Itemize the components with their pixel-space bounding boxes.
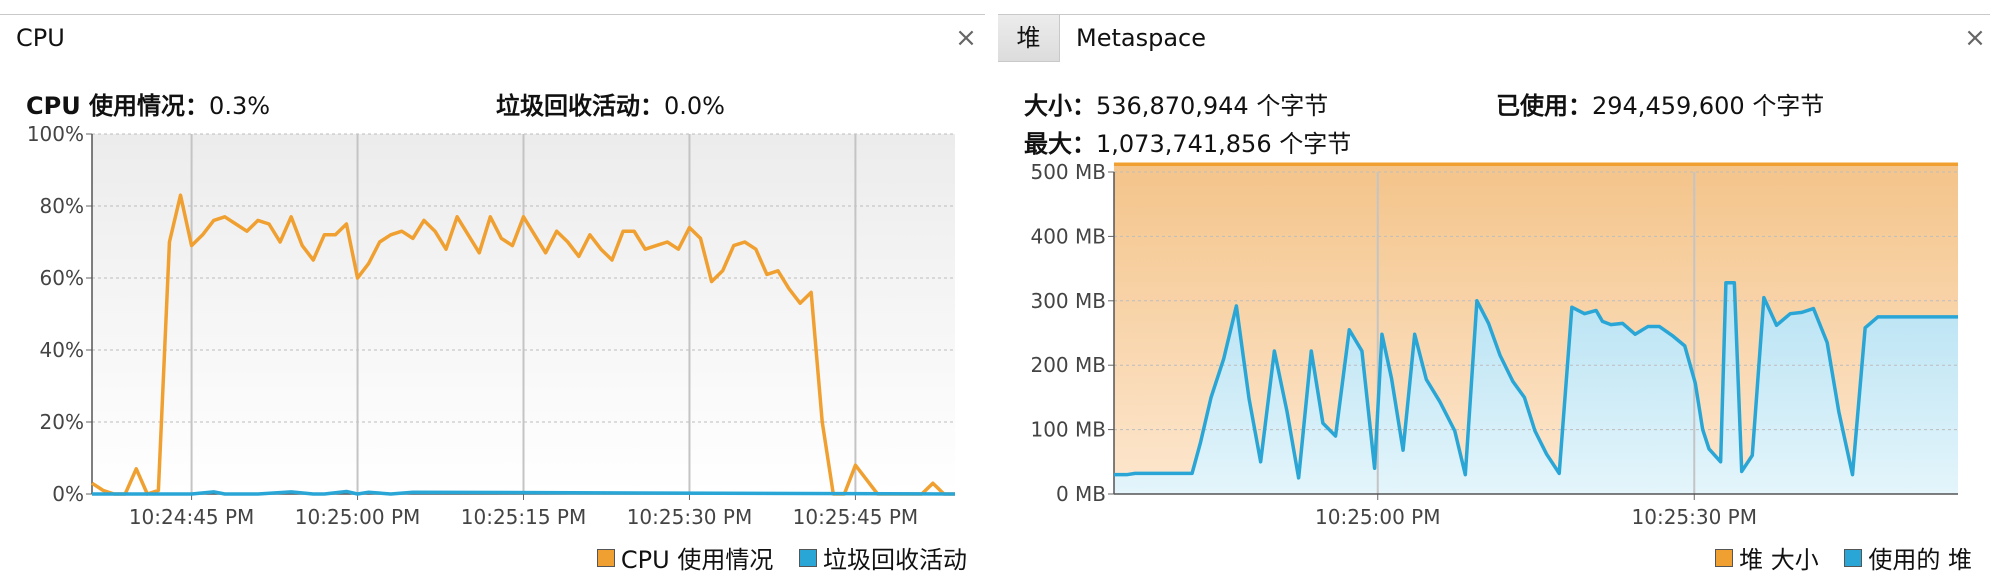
y-tick-label: 20% — [40, 410, 84, 434]
x-tick-label: 10:25:15 PM — [461, 505, 587, 529]
y-tick-label: 0% — [52, 482, 84, 506]
tab-metaspace[interactable]: Metaspace — [1060, 15, 1990, 62]
memory-tab-bar: 堆 Metaspace × — [998, 14, 1990, 62]
y-tick-label: 100% — [27, 126, 84, 146]
tab-cpu-label: CPU — [16, 24, 65, 52]
gc-activity-value: 0.0% — [664, 92, 725, 120]
y-tick-label: 0 MB — [1056, 482, 1106, 506]
legend-label-cpu-usage: CPU 使用情况 — [620, 546, 774, 574]
size-value: 536,870,944 个字节 — [1096, 92, 1329, 120]
gc-activity-stat: 垃圾回收活动：0.0% — [496, 86, 725, 121]
y-tick-label: 100 MB — [1030, 418, 1106, 442]
y-tick-label: 200 MB — [1030, 353, 1106, 377]
legend-label-heap-size: 堆 大小 — [1739, 546, 1819, 574]
size-label: 大小 — [1024, 92, 1072, 120]
y-tick-label: 60% — [40, 266, 84, 290]
x-tick-label: 10:25:30 PM — [627, 505, 753, 529]
legend-label-heap-used: 使用的 堆 — [1868, 546, 1972, 574]
series-line-gc-activity — [92, 489, 956, 496]
legend-swatch-gc-activity — [799, 548, 817, 567]
used-stat: 已使用：294,459,600 个字节 — [1496, 86, 1824, 121]
legend-item-heap-used: 使用的 堆 — [1844, 540, 1972, 575]
tab-heap-label: 堆 — [1016, 24, 1041, 52]
legend-item-heap-size: 堆 大小 — [1715, 540, 1819, 575]
max-value: 1,073,741,856 个字节 — [1096, 130, 1352, 158]
size-separator: ： — [1072, 92, 1096, 120]
memory-panel: 堆 Metaspace × 大小：536,870,944 个字节 已使用：294… — [998, 0, 1990, 576]
cpu-usage-label: CPU 使用情况 — [26, 92, 186, 120]
gc-activity-separator: ： — [640, 92, 664, 120]
close-icon[interactable]: × — [1960, 15, 1990, 61]
used-value: 294,459,600 个字节 — [1592, 92, 1825, 120]
legend-item-gc-activity: 垃圾回收活动 — [799, 540, 967, 575]
cpu-legend: CPU 使用情况 垃圾回收活动 — [579, 540, 967, 575]
cpu-usage-value: 0.3% — [209, 92, 271, 120]
legend-swatch-heap-size — [1715, 548, 1734, 567]
y-tick-label: 300 MB — [1030, 289, 1106, 313]
x-tick-label: 10:25:00 PM — [295, 505, 421, 529]
x-tick-label: 10:25:30 PM — [1632, 505, 1758, 529]
legend-swatch-heap-used — [1844, 548, 1863, 567]
y-tick-label: 40% — [40, 338, 84, 362]
max-separator: ： — [1072, 130, 1096, 158]
memory-chart: 0 MB 100 MB 200 MB 300 MB 400 MB 500 MB 10:25:… — [1030, 160, 1958, 529]
x-tick-label: 10:24:45 PM — [129, 505, 255, 529]
cpu-usage-stat: CPU 使用情况：0.3% — [26, 86, 270, 121]
x-tick-label: 10:25:00 PM — [1315, 505, 1441, 529]
legend-swatch-cpu-usage — [596, 548, 615, 567]
size-stat: 大小：536,870,944 个字节 — [1024, 86, 1328, 121]
max-label: 最大 — [1024, 130, 1072, 158]
tab-metaspace-label: Metaspace — [1076, 24, 1206, 52]
tab-cpu[interactable]: CPU — [0, 15, 985, 62]
cpu-panel: CPU × CPU 使用情况：0.3% 垃圾回收活动：0.0% 0% 20% 40%… — [0, 0, 985, 576]
tab-heap[interactable]: 堆 — [998, 15, 1060, 61]
x-tick-label: 10:25:45 PM — [793, 505, 919, 529]
gc-activity-label: 垃圾回收活动 — [496, 92, 640, 120]
legend-item-cpu-usage: CPU 使用情况 — [596, 540, 774, 575]
cpu-tab-bar: CPU × — [0, 14, 985, 62]
cpu-chart: 0% 20% 40% 60% 80% 100% 10:24:45 PM 10:25:00 PM… — [27, 126, 956, 529]
y-tick-label: 500 MB — [1030, 160, 1106, 184]
used-label: 已使用 — [1496, 92, 1568, 120]
close-icon[interactable]: × — [951, 15, 981, 61]
max-stat: 最大：1,073,741,856 个字节 — [1024, 124, 1351, 159]
memory-legend: 堆 大小 使用的 堆 — [1697, 540, 1972, 575]
used-separator: ： — [1568, 92, 1592, 120]
legend-label-gc-activity: 垃圾回收活动 — [823, 546, 967, 574]
y-tick-label: 400 MB — [1030, 224, 1106, 248]
y-tick-label: 80% — [40, 194, 84, 218]
cpu-usage-separator: ： — [185, 92, 210, 120]
